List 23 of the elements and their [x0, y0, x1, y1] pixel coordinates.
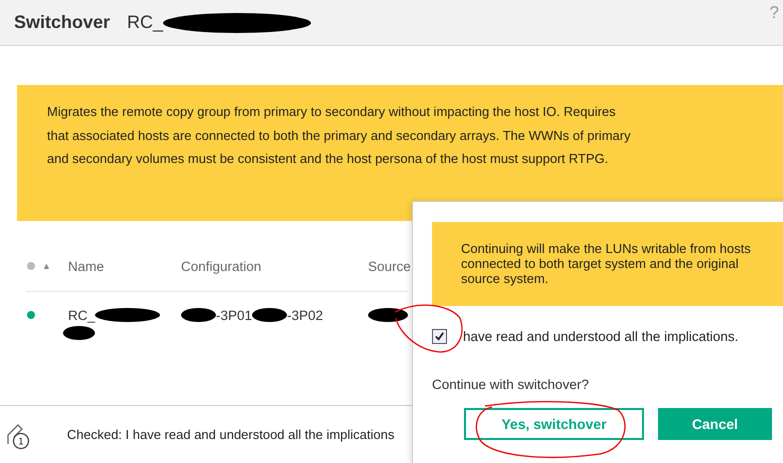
redaction-mark	[368, 308, 408, 322]
checkbox[interactable]	[432, 329, 447, 344]
column-header[interactable]: Source	[368, 258, 411, 274]
confirm-question: Continue with switchover?	[432, 377, 590, 392]
table-cell: -3P01	[216, 308, 252, 322]
confirm-button[interactable]: Yes, switchover	[464, 408, 644, 440]
column-header[interactable]: Name	[68, 258, 181, 274]
info-text: Migrates the remote copy group from primary to secondary without impacting the host IO. Requires that associated hosts are connected to both the primary and secondary arrays. The WWNs of primary and secondary volumes must be consistent and the host persona of the host must support RTPG.	[47, 103, 632, 168]
redaction-mark	[252, 308, 288, 322]
redaction-mark	[95, 308, 160, 322]
table-cell: RC_	[68, 308, 96, 322]
cancel-button[interactable]: Cancel	[658, 408, 772, 440]
column-header[interactable]: Configuration	[181, 258, 368, 274]
redaction-mark	[63, 326, 95, 340]
status-column-icon	[27, 262, 35, 270]
sort-icon[interactable]: ▲	[42, 261, 51, 271]
dialog-title: Switchover	[14, 12, 110, 33]
table-cell: -3P02	[287, 308, 324, 322]
group-name: RC_	[127, 12, 164, 33]
checkbox-label: have read and understood all the implications.	[463, 329, 738, 344]
status-message: Checked: I have read and understood all the implications	[67, 427, 394, 442]
redaction-mark	[181, 308, 216, 322]
warning-text: Continuing will make the LUNs writable from hosts connected to both target system and the original source system.	[461, 241, 752, 286]
